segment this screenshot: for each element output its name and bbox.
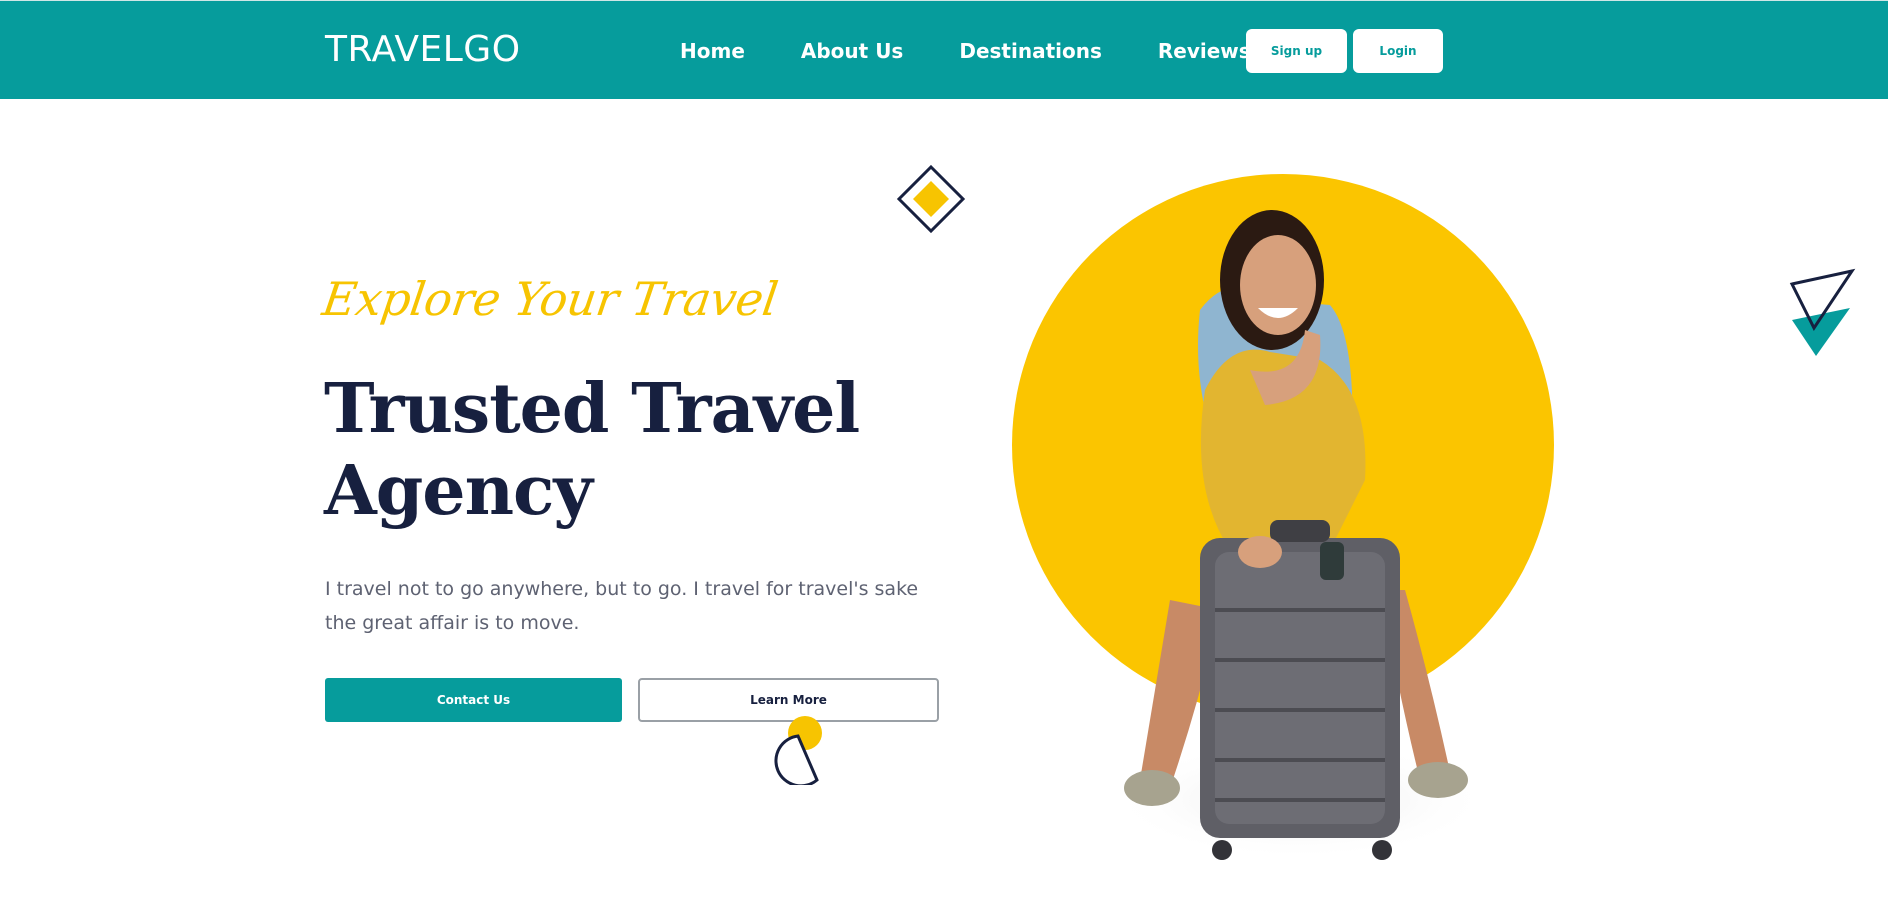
hero-tagline: Explore Your Travel [319, 272, 781, 326]
top-navbar: TRAVELGO Home About Us Destinations Revi… [0, 0, 1888, 99]
nav-link-destinations[interactable]: Destinations [959, 39, 1102, 63]
nav-link-reviews[interactable]: Reviews [1158, 39, 1251, 63]
contact-us-button[interactable]: Contact Us [325, 678, 622, 722]
hero-description: I travel not to go anywhere, but to go. … [325, 578, 919, 634]
nav-link-home[interactable]: Home [680, 39, 745, 63]
nav-link-about-us[interactable]: About Us [801, 39, 903, 63]
hero-headline: Trusted Travel Agency [324, 369, 860, 531]
diamond-shape-icon [896, 164, 966, 234]
half-circle-shape-icon [774, 716, 822, 785]
triangle-shape-icon [1789, 268, 1856, 356]
brand-logo[interactable]: TRAVELGO [325, 29, 521, 70]
signup-button[interactable]: Sign up [1246, 29, 1347, 73]
hero-traveler-image [1012, 174, 1554, 860]
login-button[interactable]: Login [1353, 29, 1443, 73]
main-nav: Home About Us Destinations Reviews [680, 39, 1307, 63]
